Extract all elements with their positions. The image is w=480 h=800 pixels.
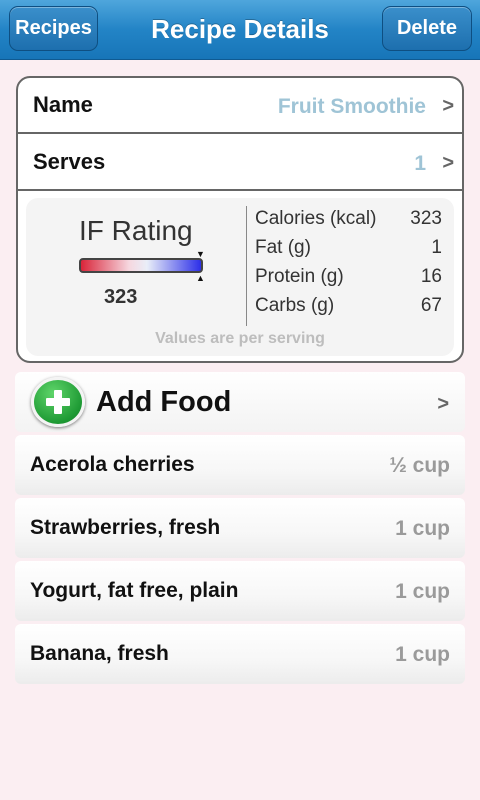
ingredient-name: Acerola cherries [30, 453, 195, 476]
add-food-label: Add Food [96, 386, 232, 418]
protein-label: Protein (g) [255, 266, 344, 287]
ingredient-quantity: 1 cup [395, 643, 450, 666]
recipe-summary-card: Name Fruit Smoothie > Serves 1 > IF Rati… [16, 76, 464, 363]
ingredient-row[interactable]: Strawberries, fresh 1 cup [15, 498, 465, 558]
add-food-button[interactable]: Add Food > [15, 372, 465, 432]
fat-value: 1 [431, 237, 442, 258]
add-plus-icon [31, 377, 85, 427]
ingredient-row[interactable]: Yogurt, fat free, plain 1 cup [15, 561, 465, 621]
name-label: Name [33, 92, 93, 117]
protein-value: 16 [420, 266, 442, 287]
delete-button[interactable]: Delete [382, 6, 472, 51]
serves-row[interactable]: Serves 1 > [18, 135, 462, 191]
gauge-marker-down-icon: ▼ [196, 249, 205, 259]
serves-value: 1 [414, 152, 426, 175]
ingredient-quantity: 1 cup [395, 517, 450, 540]
calories-value: 323 [410, 208, 442, 229]
serves-label: Serves [33, 149, 106, 174]
name-value: Fruit Smoothie [277, 95, 426, 118]
nutrition-panel: IF Rating ▼ ▲ 323 Calories (kcal) 323 Fa… [26, 198, 454, 356]
ingredient-row[interactable]: Acerola cherries ½ cup [15, 435, 465, 495]
carbs-label: Carbs (g) [255, 295, 335, 316]
if-rating-label: IF Rating [79, 215, 193, 246]
fat-label: Fat (g) [255, 237, 311, 258]
chevron-right-icon: > [437, 393, 449, 415]
ingredient-name: Banana, fresh [30, 642, 169, 665]
ingredient-name: Strawberries, fresh [30, 516, 221, 539]
chevron-right-icon: > [442, 152, 454, 174]
ingredient-name: Yogurt, fat free, plain [30, 579, 239, 602]
ingredient-row[interactable]: Banana, fresh 1 cup [15, 624, 465, 684]
gauge-marker-up-icon: ▲ [196, 273, 205, 283]
chevron-right-icon: > [442, 95, 454, 117]
divider [246, 206, 247, 326]
if-rating-gauge [79, 258, 203, 273]
carbs-value: 67 [420, 295, 442, 316]
calories-label: Calories (kcal) [255, 208, 377, 229]
per-serving-note: Values are per serving [155, 330, 325, 347]
ingredient-quantity: ½ cup [389, 454, 450, 477]
name-row[interactable]: Name Fruit Smoothie > [18, 78, 462, 134]
ingredient-quantity: 1 cup [395, 580, 450, 603]
nav-bar: Recipes Recipe Details Delete [0, 0, 480, 60]
if-rating-value: 323 [104, 286, 138, 308]
